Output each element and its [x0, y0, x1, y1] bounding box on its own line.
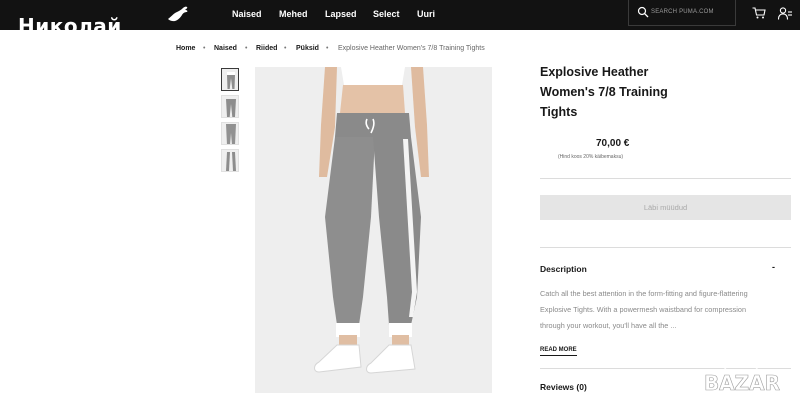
breadcrumb-separator: •: [203, 45, 206, 52]
nav-item-select[interactable]: Select: [373, 9, 400, 19]
divider: [540, 247, 791, 248]
breadcrumb-riided[interactable]: Riided: [256, 45, 277, 52]
overlay-username: Николай: [18, 14, 122, 38]
nav-item-naised[interactable]: Naised: [232, 9, 262, 19]
puma-logo-icon[interactable]: [166, 5, 190, 23]
description-heading[interactable]: Description: [540, 264, 587, 274]
nav-item-mehed[interactable]: Mehed: [279, 9, 308, 19]
breadcrumb-separator: •: [326, 45, 329, 52]
cart-icon[interactable]: [752, 7, 766, 19]
breadcrumb-current: Explosive Heather Women's 7/8 Training T…: [338, 45, 485, 52]
svg-text:BAZAR: BAZAR: [704, 371, 780, 395]
product-main-image[interactable]: [255, 67, 492, 393]
reviews-heading[interactable]: Reviews (0): [540, 382, 587, 392]
product-thumbnail[interactable]: [221, 95, 239, 118]
divider: [540, 178, 791, 179]
search-placeholder: SEARCH PUMA.COM: [651, 9, 714, 15]
breadcrumb-home[interactable]: Home: [176, 45, 195, 52]
search-icon[interactable]: [637, 6, 649, 18]
description-collapse-toggle[interactable]: -: [772, 262, 775, 272]
product-title: Explosive Heather Women's 7/8 Training T…: [540, 65, 668, 119]
product-thumbnail[interactable]: [221, 68, 239, 91]
read-more-link[interactable]: READ MORE: [540, 347, 577, 356]
account-icon[interactable]: [778, 7, 792, 20]
search-input[interactable]: SEARCH PUMA.COM: [628, 0, 736, 26]
nav-item-lapsed[interactable]: Lapsed: [325, 9, 357, 19]
sold-out-button[interactable]: Läbi müüdud: [540, 195, 791, 220]
vat-note: (Hind koos 20% käibemaksu): [558, 154, 624, 160]
bazar-watermark-logo: BAZAR: [704, 357, 780, 395]
description-text: Catch all the best attention in the form…: [540, 289, 748, 330]
breadcrumb-puksid[interactable]: Püksid: [296, 45, 319, 52]
breadcrumb-separator: •: [245, 45, 248, 52]
breadcrumb-naised[interactable]: Naised: [214, 45, 237, 52]
breadcrumb-separator: •: [284, 45, 287, 52]
product-thumbnail[interactable]: [221, 149, 239, 172]
nav-item-uuri[interactable]: Uuri: [417, 9, 435, 19]
product-thumbnail[interactable]: [221, 122, 239, 145]
product-price: 70,00 €: [596, 138, 630, 149]
